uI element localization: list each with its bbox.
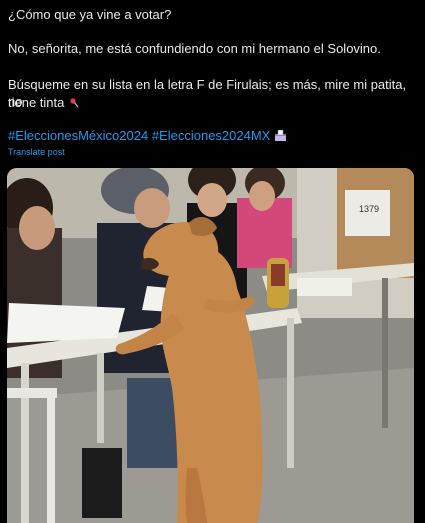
hashtags: #EleccionesMéxico2024 #Elecciones2024MX xyxy=(8,127,287,144)
post-line-4-text: tiene tinta xyxy=(8,95,65,110)
translate-post-link[interactable]: Translate post xyxy=(8,147,65,157)
pushpin-icon xyxy=(70,98,79,108)
dog-voting-photo: 1379 xyxy=(7,168,414,523)
post-line-1: ¿Cómo que ya vine a votar? xyxy=(8,7,172,22)
post-line-2: No, señorita, me está confundiendo con m… xyxy=(8,41,381,56)
hashtag-elecciones-mexico[interactable]: #EleccionesMéxico2024 xyxy=(8,128,148,143)
post: ¿Cómo que ya vine a votar? No, señorita,… xyxy=(0,0,425,523)
post-line-4: tiene tinta xyxy=(8,94,80,111)
hashtag-elecciones-2024mx[interactable]: #Elecciones2024MX xyxy=(152,128,271,143)
ballot-sign-number: 1379 xyxy=(359,204,379,214)
post-photo[interactable]: 1379 xyxy=(7,168,414,523)
ballot-box-icon xyxy=(274,130,286,141)
